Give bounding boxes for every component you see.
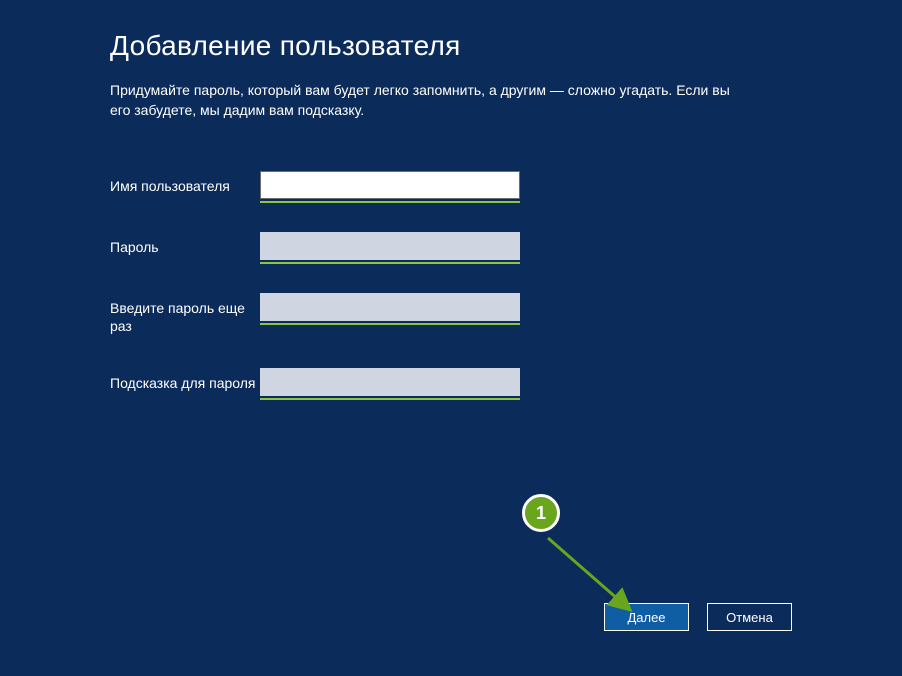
- username-input-wrap: [260, 171, 520, 199]
- password-confirm-input-wrap: [260, 293, 520, 321]
- page-title: Добавление пользователя: [110, 30, 792, 62]
- hint-input-wrap: [260, 368, 520, 396]
- next-button[interactable]: Далее: [604, 603, 689, 631]
- step-badge-number: 1: [536, 503, 546, 524]
- footer-buttons: Далее Отмена: [604, 603, 792, 631]
- password-input-wrap: [260, 232, 520, 260]
- hint-label: Подсказка для пароля: [110, 368, 260, 392]
- hint-row: Подсказка для пароля: [110, 368, 792, 396]
- hint-input[interactable]: [260, 368, 520, 396]
- password-confirm-label: Введите пароль еще раз: [110, 293, 260, 335]
- add-user-panel: Добавление пользователя Придумайте парол…: [0, 0, 902, 396]
- password-label: Пароль: [110, 232, 260, 256]
- username-input[interactable]: [260, 171, 520, 199]
- password-confirm-row: Введите пароль еще раз: [110, 293, 792, 335]
- password-confirm-input[interactable]: [260, 293, 520, 321]
- step-badge: 1: [522, 494, 560, 532]
- password-row: Пароль: [110, 232, 792, 260]
- cancel-button[interactable]: Отмена: [707, 603, 792, 631]
- page-description: Придумайте пароль, который вам будет лег…: [110, 80, 750, 121]
- username-row: Имя пользователя: [110, 171, 792, 199]
- password-input[interactable]: [260, 232, 520, 260]
- username-label: Имя пользователя: [110, 171, 260, 195]
